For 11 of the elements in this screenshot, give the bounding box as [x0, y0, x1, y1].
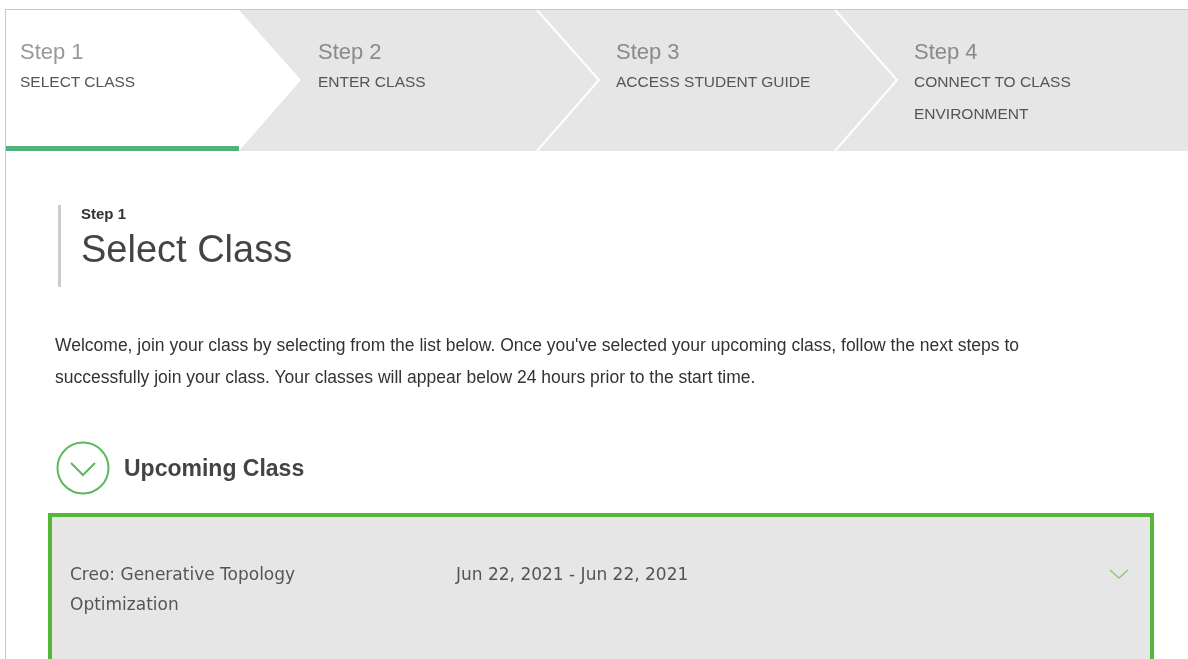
page-title: Select Class — [81, 228, 294, 271]
section-title: Upcoming Class — [124, 454, 305, 482]
step-tab[interactable]: Step 1 SELECT CLASS — [6, 10, 304, 151]
class-dates: Jun 22, 2021 - Jun 22, 2021 — [456, 563, 690, 586]
class-row[interactable]: Creo: Generative Topology Optimization Jun 22, 2021 - Jun 22, 2021 — [48, 513, 1154, 659]
step-tab[interactable]: Step 4 CONNECT TO CLASS ENVIRONMENT — [900, 10, 1188, 151]
step-tab[interactable]: Step 2 ENTER CLASS — [304, 10, 602, 151]
class-name: Creo: Generative Topology Optimization — [70, 563, 297, 616]
intro-text: Welcome, join your class by selecting from the list below. Once you've selected your upcoming class, follow the next steps to successfully join your class. Your classes will appear below 24 hours prior to the start time. — [55, 334, 1021, 389]
step-label: Step 1 — [81, 205, 127, 222]
step-tab[interactable]: Step 3 ACCESS STUDENT GUIDE — [602, 10, 900, 151]
